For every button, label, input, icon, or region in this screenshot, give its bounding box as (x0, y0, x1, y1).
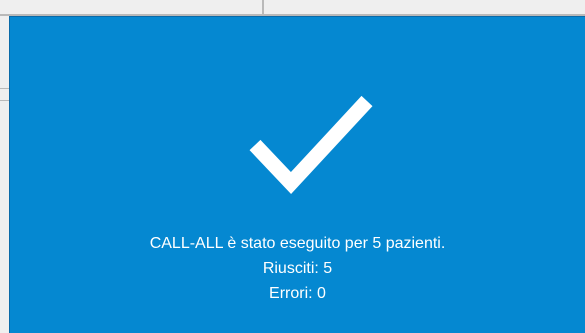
checkmark-icon (249, 95, 373, 194)
success-count: Riusciti: 5 (262, 260, 333, 277)
result-message: CALL-ALL è stato eseguito per 5 pazienti… (10, 231, 585, 306)
background-divider (0, 88, 9, 89)
background-divider (0, 100, 9, 101)
error-count: Errori: 0 (269, 285, 326, 302)
success-dialog: CALL-ALL è stato eseguito per 5 pazienti… (9, 16, 585, 333)
background-divider (262, 0, 264, 14)
summary-text: CALL-ALL è stato eseguito per 5 pazienti… (149, 235, 446, 252)
